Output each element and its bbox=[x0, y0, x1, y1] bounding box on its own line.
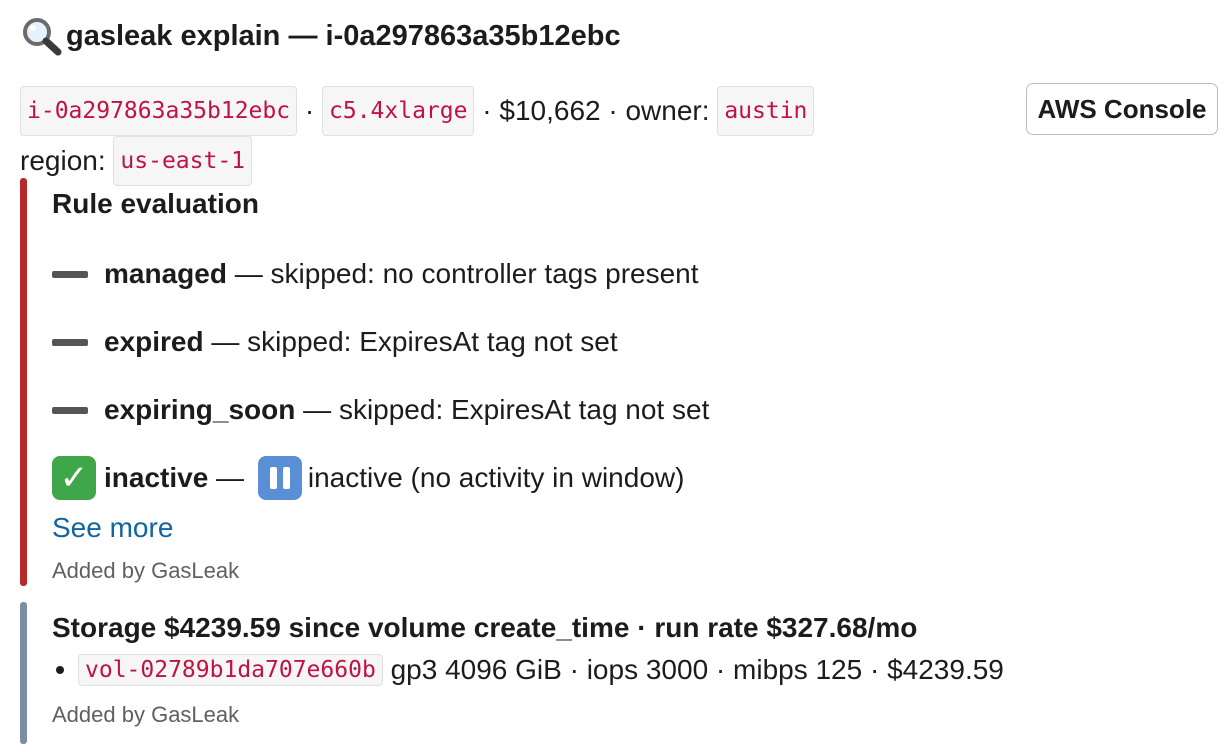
aws-console-button[interactable]: AWS Console bbox=[1026, 83, 1218, 135]
added-by-footer: Added by GasLeak bbox=[52, 558, 240, 583]
attachment-accent-bar bbox=[20, 178, 27, 586]
volume-details: gp3 4096 GiB · iops 3000 · mibps 125 · $… bbox=[390, 654, 1004, 685]
storage-title: Storage $4239.59 since volume create_tim… bbox=[52, 612, 918, 643]
instance-meta: i-0a297863a35b12ebc · c5.4xlarge · $10,6… bbox=[20, 86, 815, 186]
rule-detail: skipped: no controller tags present bbox=[270, 258, 699, 289]
attachment-accent-bar bbox=[20, 602, 27, 744]
rule-row-managed: managed — skipped: no controller tags pr… bbox=[52, 252, 709, 296]
rule-name: expired bbox=[104, 326, 204, 357]
dash-icon bbox=[52, 338, 88, 346]
magnifying-glass-icon bbox=[20, 16, 66, 56]
dash-icon bbox=[52, 406, 88, 414]
region-label: region: bbox=[20, 145, 106, 176]
separator: · bbox=[600, 95, 626, 126]
rule-detail: inactive (no activity in window) bbox=[307, 462, 685, 493]
bullet-icon bbox=[56, 666, 64, 674]
rule-name: inactive bbox=[104, 462, 209, 493]
rule-row-inactive: ✓ inactive — inactive (no activity in wi… bbox=[52, 456, 709, 500]
instance-type-code: c5.4xlarge bbox=[322, 86, 475, 136]
owner-code: austin bbox=[717, 86, 815, 136]
rule-detail: skipped: ExpiresAt tag not set bbox=[338, 394, 710, 425]
pause-icon bbox=[257, 456, 302, 500]
rule-name: managed bbox=[104, 258, 227, 289]
check-icon: ✓ bbox=[52, 456, 96, 500]
separator: · bbox=[297, 95, 322, 126]
see-more-link[interactable]: See more bbox=[52, 508, 709, 548]
message-title: gasleak explain — i-0a297863a35b12ebc bbox=[20, 16, 621, 56]
instance-id-code: i-0a297863a35b12ebc bbox=[20, 86, 298, 136]
volume-id-code: vol-02789b1da707e660b bbox=[78, 654, 383, 686]
rule-evaluation-title: Rule evaluation bbox=[52, 188, 259, 219]
rule-evaluation-attachment: Rule evaluation managed — skipped: no co… bbox=[20, 178, 1120, 586]
dash-icon bbox=[52, 270, 88, 278]
instance-cost: $10,662 bbox=[499, 95, 601, 126]
volume-list-item: vol-02789b1da707e660b gp3 4096 GiB · iop… bbox=[52, 654, 1004, 686]
storage-attachment: Storage $4239.59 since volume create_tim… bbox=[20, 602, 1120, 744]
rule-row-expired: expired — skipped: ExpiresAt tag not set bbox=[52, 320, 709, 364]
added-by-footer: Added by GasLeak bbox=[52, 702, 240, 727]
separator: · bbox=[474, 95, 500, 126]
rule-name: expiring_soon bbox=[104, 394, 296, 425]
owner-label: owner: bbox=[625, 95, 710, 126]
rule-detail: skipped: ExpiresAt tag not set bbox=[247, 326, 618, 357]
title-text: gasleak explain — i-0a297863a35b12ebc bbox=[66, 20, 621, 52]
rule-row-expiring-soon: expiring_soon — skipped: ExpiresAt tag n… bbox=[52, 388, 709, 432]
